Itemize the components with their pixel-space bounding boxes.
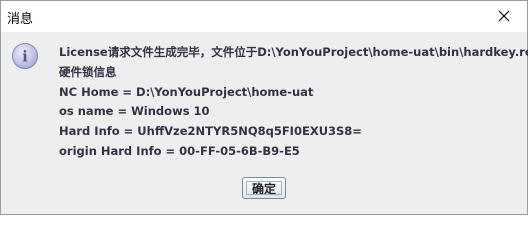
message-line-origin-hard-info: origin Hard Info = 00-FF-05-6B-B9-E5 [59, 143, 300, 158]
message-line-hardware-lock: 硬件锁信息 [59, 64, 117, 79]
window-title: 消息 [7, 12, 34, 27]
message-dialog: 消息 i License请求文件生成完毕，文件位于D:\YonYouProjec… [0, 0, 528, 215]
ok-button-label: 确定 [251, 181, 276, 196]
info-icon: i [11, 42, 39, 70]
message-line-hard-info: Hard Info = UhffVze2NTYR5NQ8q5FI0EXU3S8= [59, 124, 362, 139]
message-line-os-name: os name = Windows 10 [59, 104, 210, 119]
message-line-nc-home: NC Home = D:\YonYouProject\home-uat [59, 84, 314, 99]
svg-text:i: i [22, 48, 28, 66]
close-icon [498, 10, 510, 22]
message-text: License请求文件生成完毕，文件位于D:\YonYouProject\hom… [59, 42, 528, 161]
title-bar[interactable]: 消息 [1, 1, 527, 32]
message-line-license-path: License请求文件生成完毕，文件位于D:\YonYouProject\hom… [59, 45, 528, 59]
close-button[interactable] [487, 3, 521, 30]
ok-button[interactable]: 确定 [242, 177, 286, 199]
